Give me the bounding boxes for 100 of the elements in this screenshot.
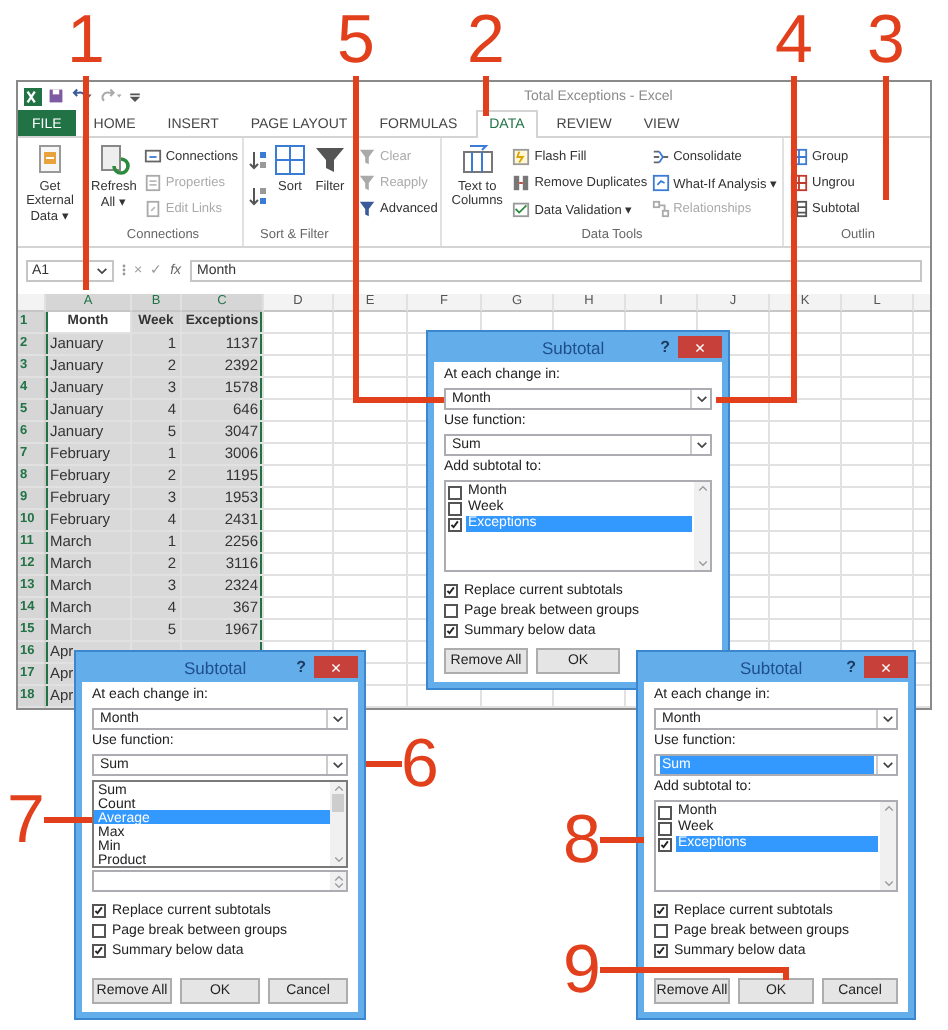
empty-cell — [842, 422, 914, 444]
close-button[interactable]: × — [678, 336, 722, 358]
chevron-down-icon — [881, 714, 893, 724]
empty-cell — [842, 444, 914, 466]
text-to-columns-icon — [461, 144, 494, 176]
empty-cell — [770, 554, 842, 576]
help-button[interactable]: ? — [846, 658, 856, 676]
callout-number: 8 — [562, 804, 602, 876]
empty-cell — [770, 510, 842, 532]
customize-caret-icon[interactable] — [130, 88, 140, 104]
checkbox[interactable] — [658, 837, 672, 851]
empty-cell — [770, 488, 842, 510]
relationships-icon — [651, 200, 670, 218]
checkbox[interactable] — [444, 624, 458, 638]
checkbox[interactable] — [448, 517, 462, 531]
empty-cell — [842, 598, 914, 620]
empty-cell — [334, 312, 408, 334]
empty-cell — [770, 312, 842, 334]
help-button[interactable]: ? — [296, 658, 306, 676]
checkbox[interactable] — [444, 604, 458, 618]
flash-fill-icon — [512, 148, 531, 166]
close-button[interactable]: × — [864, 656, 908, 678]
advanced-filter-icon — [358, 200, 376, 218]
callout-number: 5 — [336, 4, 376, 76]
leader-line — [883, 76, 889, 200]
clear-filter-icon — [358, 148, 376, 166]
close-button[interactable]: × — [314, 656, 358, 678]
document-link-icon — [143, 200, 162, 218]
empty-cell — [842, 620, 914, 642]
connections-icon — [143, 148, 162, 166]
callout-number: 2 — [466, 4, 506, 76]
empty-cell — [770, 334, 842, 356]
checkbox[interactable] — [654, 904, 668, 918]
empty-cell — [334, 378, 408, 400]
checkbox[interactable] — [654, 924, 668, 938]
empty-cell — [842, 466, 914, 488]
checkbox[interactable] — [654, 944, 668, 958]
callout-number: 1 — [66, 4, 106, 76]
callout-number: 9 — [562, 934, 602, 1006]
empty-cell — [842, 356, 914, 378]
checkbox[interactable] — [92, 904, 106, 918]
checkbox[interactable] — [448, 501, 462, 515]
empty-cell — [770, 444, 842, 466]
scrollbar-thumb — [332, 794, 344, 812]
refresh-icon — [97, 144, 130, 176]
empty-cell — [770, 576, 842, 598]
save-icon[interactable] — [48, 88, 64, 104]
empty-cell — [770, 598, 842, 620]
scroll-up-icon — [697, 484, 707, 492]
consolidate-icon — [651, 148, 670, 166]
leader-line — [44, 817, 92, 823]
scroll-up-icon — [883, 804, 893, 812]
chevron-down-icon — [695, 394, 707, 404]
checkbox[interactable] — [444, 584, 458, 598]
sort-descending-icon[interactable] — [248, 186, 268, 206]
empty-cell — [770, 422, 842, 444]
dialog-title: Subtotal — [181, 657, 249, 677]
what-if-icon — [651, 174, 670, 192]
spreadsheet-logo-icon — [24, 87, 42, 105]
empty-cell — [842, 400, 914, 422]
empty-cell — [842, 576, 914, 598]
scroll-down-icon — [333, 856, 343, 864]
scroll-down-icon — [697, 560, 707, 568]
scroll-down-icon — [883, 880, 893, 888]
dialog-title: Subtotal — [737, 657, 805, 677]
leader-line — [366, 761, 402, 767]
empty-cell — [842, 378, 914, 400]
properties-icon — [143, 174, 162, 192]
empty-cell — [770, 532, 842, 554]
checkbox[interactable] — [658, 821, 672, 835]
empty-cell — [842, 554, 914, 576]
sort-icon — [274, 144, 306, 176]
dialog-title: Subtotal — [539, 337, 607, 357]
scroll-up-icon — [333, 874, 343, 882]
caret-down-icon — [96, 265, 108, 275]
scroll-up-icon — [333, 784, 343, 792]
checkbox[interactable] — [92, 944, 106, 958]
filter-icon — [314, 144, 346, 176]
callout-number: 6 — [400, 728, 440, 800]
chevron-down-icon — [881, 760, 893, 770]
data-validation-icon — [512, 200, 531, 218]
empty-cell — [770, 466, 842, 488]
empty-cell — [842, 334, 914, 356]
chevron-down-icon — [331, 714, 343, 724]
sort-ascending-icon[interactable] — [248, 150, 268, 170]
empty-cell — [842, 312, 914, 334]
database-icon — [34, 144, 66, 176]
checkbox[interactable] — [92, 924, 106, 938]
empty-cell — [770, 356, 842, 378]
reapply-filter-icon — [358, 174, 376, 192]
remove-duplicates-icon — [512, 174, 531, 192]
checkbox[interactable] — [448, 485, 462, 499]
empty-cell — [842, 488, 914, 510]
help-button[interactable]: ? — [660, 338, 670, 356]
empty-cell — [770, 620, 842, 642]
chevron-down-icon — [331, 760, 343, 770]
callout-number: 3 — [866, 4, 906, 76]
leader-line — [483, 76, 489, 116]
checkbox[interactable] — [658, 805, 672, 819]
empty-cell — [842, 510, 914, 532]
